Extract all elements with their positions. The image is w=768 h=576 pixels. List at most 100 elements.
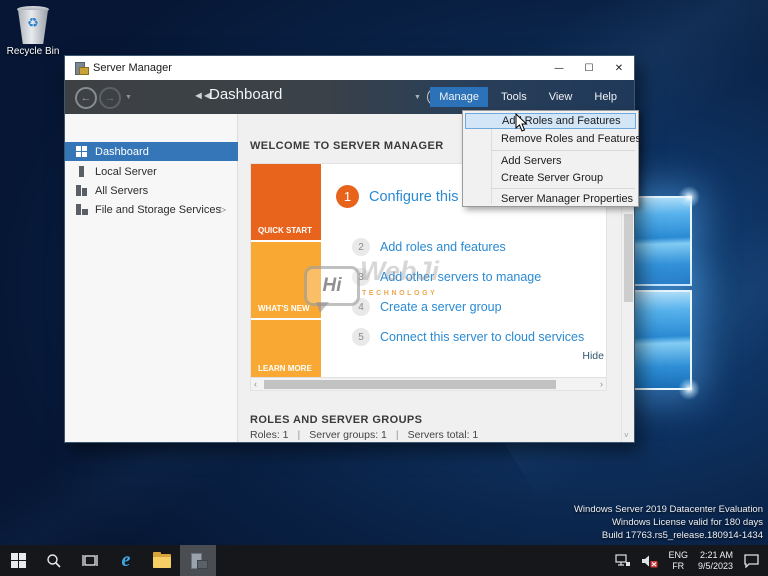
vertical-scrollbar-thumb[interactable] bbox=[624, 214, 633, 302]
task-view-button[interactable] bbox=[72, 545, 108, 576]
system-info-line2: Windows License valid for 180 days bbox=[611, 517, 763, 528]
step-number: 1 bbox=[336, 185, 359, 208]
recycle-bin-icon: ♻ bbox=[17, 6, 49, 44]
menu-item-remove-roles-features[interactable]: Remove Roles and Features bbox=[465, 131, 641, 147]
taskbar-search-button[interactable] bbox=[36, 545, 72, 576]
action-center-icon[interactable] bbox=[743, 553, 760, 568]
file-explorer-button[interactable] bbox=[144, 545, 180, 576]
roles-groups-stats: Roles: 1 | Server groups: 1 | Servers to… bbox=[250, 429, 478, 441]
menu-item-server-manager-properties[interactable]: Server Manager Properties bbox=[465, 191, 636, 207]
language-top: ENG bbox=[668, 549, 688, 560]
learn-more-tile[interactable]: LEARN MORE bbox=[251, 320, 321, 378]
window-title: Server Manager bbox=[93, 62, 172, 74]
horizontal-scrollbar-thumb[interactable] bbox=[264, 380, 556, 389]
sidebar-item-file-storage[interactable]: File and Storage Services ▷ bbox=[65, 200, 238, 219]
maximize-button[interactable]: ☐ bbox=[574, 56, 604, 80]
sidebar-item-label: Local Server bbox=[95, 165, 157, 178]
sidebar-item-label: All Servers bbox=[95, 184, 149, 197]
server-manager-app-icon bbox=[73, 62, 89, 75]
step-number: 5 bbox=[352, 328, 370, 346]
scroll-down-icon[interactable]: ˅ bbox=[624, 431, 629, 440]
step-number: 4 bbox=[352, 298, 370, 316]
step-label[interactable]: Add other servers to manage bbox=[380, 270, 541, 284]
file-storage-icon bbox=[76, 204, 88, 215]
close-button[interactable]: ✕ bbox=[604, 56, 634, 80]
step-add-roles[interactable]: 2 Add roles and features bbox=[352, 238, 506, 256]
breadcrumb-dropdown-icon[interactable]: ▼ bbox=[414, 94, 421, 101]
taskbar-empty-area bbox=[216, 545, 615, 576]
sidebar-item-all-servers[interactable]: All Servers bbox=[65, 181, 238, 200]
recycle-symbol-icon: ♻ bbox=[27, 15, 39, 30]
step-add-servers[interactable]: 3 Add other servers to manage bbox=[352, 268, 541, 286]
menu-manage[interactable]: Manage bbox=[430, 87, 489, 107]
menu-bar: Manage Tools View Help bbox=[430, 80, 626, 114]
search-icon bbox=[47, 553, 61, 568]
network-icon[interactable] bbox=[615, 553, 631, 568]
clock-date: 9/5/2023 bbox=[697, 560, 733, 571]
desktop: ♻ Recycle Bin Windows Server 2019 Datace… bbox=[0, 0, 768, 576]
scroll-left-icon[interactable]: ‹ bbox=[254, 379, 257, 389]
system-info-line3: Build 17763.rs5_release.180914-1434 bbox=[601, 530, 763, 541]
task-view-icon bbox=[82, 554, 98, 566]
breadcrumb: Dashboard bbox=[209, 86, 283, 103]
server-manager-icon bbox=[190, 553, 208, 569]
recycle-bin-shortcut[interactable]: ♻ Recycle Bin bbox=[6, 6, 60, 57]
system-info-line1: Windows Server 2019 Datacenter Evaluatio… bbox=[573, 504, 763, 515]
sidebar-item-label: Dashboard bbox=[95, 145, 149, 158]
logo-glint bbox=[678, 378, 700, 400]
volume-muted-icon[interactable] bbox=[641, 554, 658, 568]
step-label[interactable]: Connect this server to cloud services bbox=[380, 330, 584, 344]
whats-new-label: WHAT'S NEW bbox=[258, 304, 310, 313]
stat-separator: | bbox=[297, 429, 301, 441]
menu-view[interactable]: View bbox=[540, 87, 582, 107]
taskbar-clock[interactable]: 2:21 AM 9/5/2023 bbox=[698, 550, 733, 572]
logo-glint bbox=[678, 186, 700, 208]
recycle-bin-label: Recycle Bin bbox=[6, 46, 60, 57]
menu-tools[interactable]: Tools bbox=[492, 87, 536, 107]
scroll-right-icon[interactable]: › bbox=[600, 379, 603, 389]
sidebar-item-label: File and Storage Services bbox=[95, 203, 221, 216]
hide-link[interactable]: Hide bbox=[582, 350, 604, 362]
servers-total-count: Servers total: 1 bbox=[407, 429, 479, 441]
menu-separator bbox=[492, 188, 635, 189]
horizontal-scrollbar[interactable]: ‹ › bbox=[251, 377, 606, 390]
clock-time: 2:21 AM bbox=[699, 549, 733, 560]
menu-item-add-roles-features[interactable]: Add Roles and Features bbox=[465, 113, 636, 129]
internet-explorer-button[interactable]: e bbox=[108, 545, 144, 576]
step-create-group[interactable]: 4 Create a server group bbox=[352, 298, 502, 316]
step-label[interactable]: Add roles and features bbox=[380, 240, 506, 254]
menu-separator bbox=[492, 150, 635, 151]
roles-count: Roles: 1 bbox=[250, 429, 289, 441]
quick-start-tile[interactable]: QUICK START bbox=[251, 164, 321, 240]
start-button[interactable] bbox=[0, 545, 36, 576]
menu-item-create-server-group[interactable]: Create Server Group bbox=[465, 170, 636, 186]
system-tray: ENG FR 2:21 AM 9/5/2023 bbox=[615, 545, 768, 576]
nav-history-dropdown-icon[interactable]: ▼ bbox=[125, 94, 132, 101]
language-bottom: FR bbox=[672, 560, 685, 571]
system-info-text: Windows Server 2019 Datacenter Evaluatio… bbox=[574, 503, 763, 542]
menu-help[interactable]: Help bbox=[585, 87, 626, 107]
step-number: 2 bbox=[352, 238, 370, 256]
internet-explorer-icon: e bbox=[121, 549, 131, 571]
quick-start-label: QUICK START bbox=[258, 226, 313, 235]
sidebar-item-local-server[interactable]: Local Server bbox=[65, 162, 238, 181]
step-connect-cloud[interactable]: 5 Connect this server to cloud services bbox=[352, 328, 584, 346]
manage-dropdown-menu: Add Roles and Features Remove Roles and … bbox=[462, 110, 641, 207]
step-label[interactable]: Create a server group bbox=[380, 300, 502, 314]
server-groups-count: Server groups: 1 bbox=[309, 429, 387, 441]
whats-new-tile[interactable]: WHAT'S NEW bbox=[251, 242, 321, 318]
welcome-heading: WELCOME TO SERVER MANAGER bbox=[250, 140, 444, 152]
forward-button[interactable]: → bbox=[99, 87, 121, 109]
taskbar-server-manager-button[interactable] bbox=[180, 545, 216, 576]
menu-item-add-servers[interactable]: Add Servers bbox=[465, 153, 636, 169]
expand-arrow-icon[interactable]: ▷ bbox=[220, 205, 226, 214]
language-indicator[interactable]: ENG FR bbox=[668, 550, 688, 572]
sidebar-item-dashboard[interactable]: Dashboard bbox=[65, 142, 238, 161]
taskbar: e ENG FR 2:21 AM 9/5/2023 bbox=[0, 545, 768, 576]
window-titlebar[interactable]: Server Manager — ☐ ✕ bbox=[65, 56, 634, 80]
windows-logo-icon bbox=[10, 553, 26, 568]
minimize-button[interactable]: — bbox=[544, 56, 574, 80]
learn-more-label: LEARN MORE bbox=[258, 364, 312, 373]
back-button[interactable]: ← bbox=[75, 87, 97, 109]
step-number: 3 bbox=[352, 268, 370, 286]
